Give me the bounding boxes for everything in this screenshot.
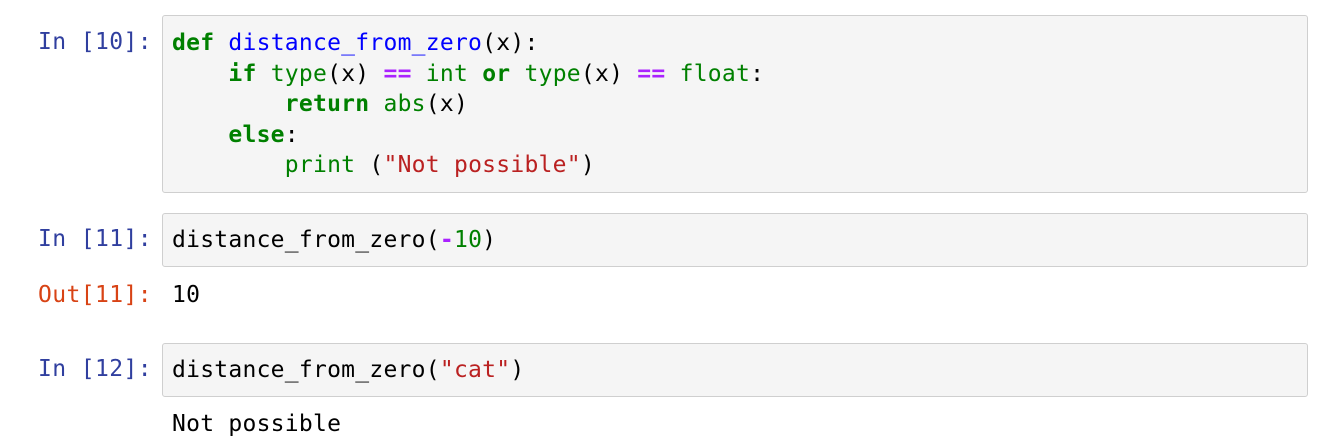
builtin-token: type	[524, 60, 581, 87]
keyword-token: if	[228, 60, 257, 87]
keyword-token: else	[228, 121, 285, 148]
keyword-token: def	[172, 30, 215, 56]
cell-10-code: def distance_from_zero(x): if type(x) ==…	[172, 28, 764, 181]
cell-11-code: distance_from_zero(-10)	[172, 225, 496, 256]
cell-10-code-editor[interactable]: def distance_from_zero(x): if type(x) ==…	[162, 15, 1308, 193]
code-token: )	[482, 227, 497, 253]
cell-12-stream-output: Not possible	[172, 411, 342, 437]
cell-11-output: 10	[172, 282, 201, 308]
code-token: :	[284, 121, 299, 148]
code-line: return abs(x)	[172, 91, 468, 117]
code-token: (x)	[580, 60, 638, 87]
function-name-token: distance_from_zero	[228, 30, 483, 56]
operator-token: ==	[637, 60, 666, 87]
keyword-token: or	[482, 60, 511, 87]
code-token: )	[580, 152, 595, 178]
code-line: distance_from_zero(-10)	[172, 227, 496, 253]
number-token: 10	[453, 227, 483, 253]
code-line: if type(x) == int or type(x) == float:	[172, 61, 764, 87]
builtin-token: type	[270, 60, 328, 87]
cell-11-code-editor[interactable]: distance_from_zero(-10)	[162, 213, 1308, 267]
string-token: "cat"	[439, 357, 511, 383]
builtin-token: float	[679, 60, 751, 87]
code-token: (x)	[425, 91, 469, 117]
operator-token: -	[439, 227, 454, 253]
keyword-token: return	[284, 91, 370, 117]
cell-11-output-prompt: Out[11]:	[38, 282, 152, 308]
builtin-token: int	[425, 60, 469, 87]
cell-11-input-prompt: In [11]:	[38, 226, 152, 252]
operator-token: ==	[383, 60, 412, 87]
code-token: (	[355, 152, 384, 178]
cell-10-input-prompt: In [10]:	[38, 29, 152, 55]
code-token: distance_from_zero(	[172, 357, 440, 383]
code-token: distance_from_zero(	[172, 227, 440, 253]
code-token: (x)	[327, 60, 384, 87]
builtin-token: print	[284, 152, 356, 178]
cell-12-input-prompt: In [12]:	[38, 356, 152, 382]
code-line: distance_from_zero("cat")	[172, 357, 524, 383]
code-token: )	[510, 357, 525, 383]
code-line: print ("Not possible")	[172, 152, 595, 178]
code-token: :	[750, 60, 765, 87]
cell-12-code: distance_from_zero("cat")	[172, 355, 524, 386]
code-line: def distance_from_zero(x):	[172, 30, 539, 56]
cell-12-code-editor[interactable]: distance_from_zero("cat")	[162, 343, 1308, 397]
code-token: (x):	[482, 30, 539, 56]
code-line: else:	[172, 122, 299, 148]
builtin-token: abs	[383, 91, 426, 117]
string-token: "Not possible"	[383, 152, 581, 178]
